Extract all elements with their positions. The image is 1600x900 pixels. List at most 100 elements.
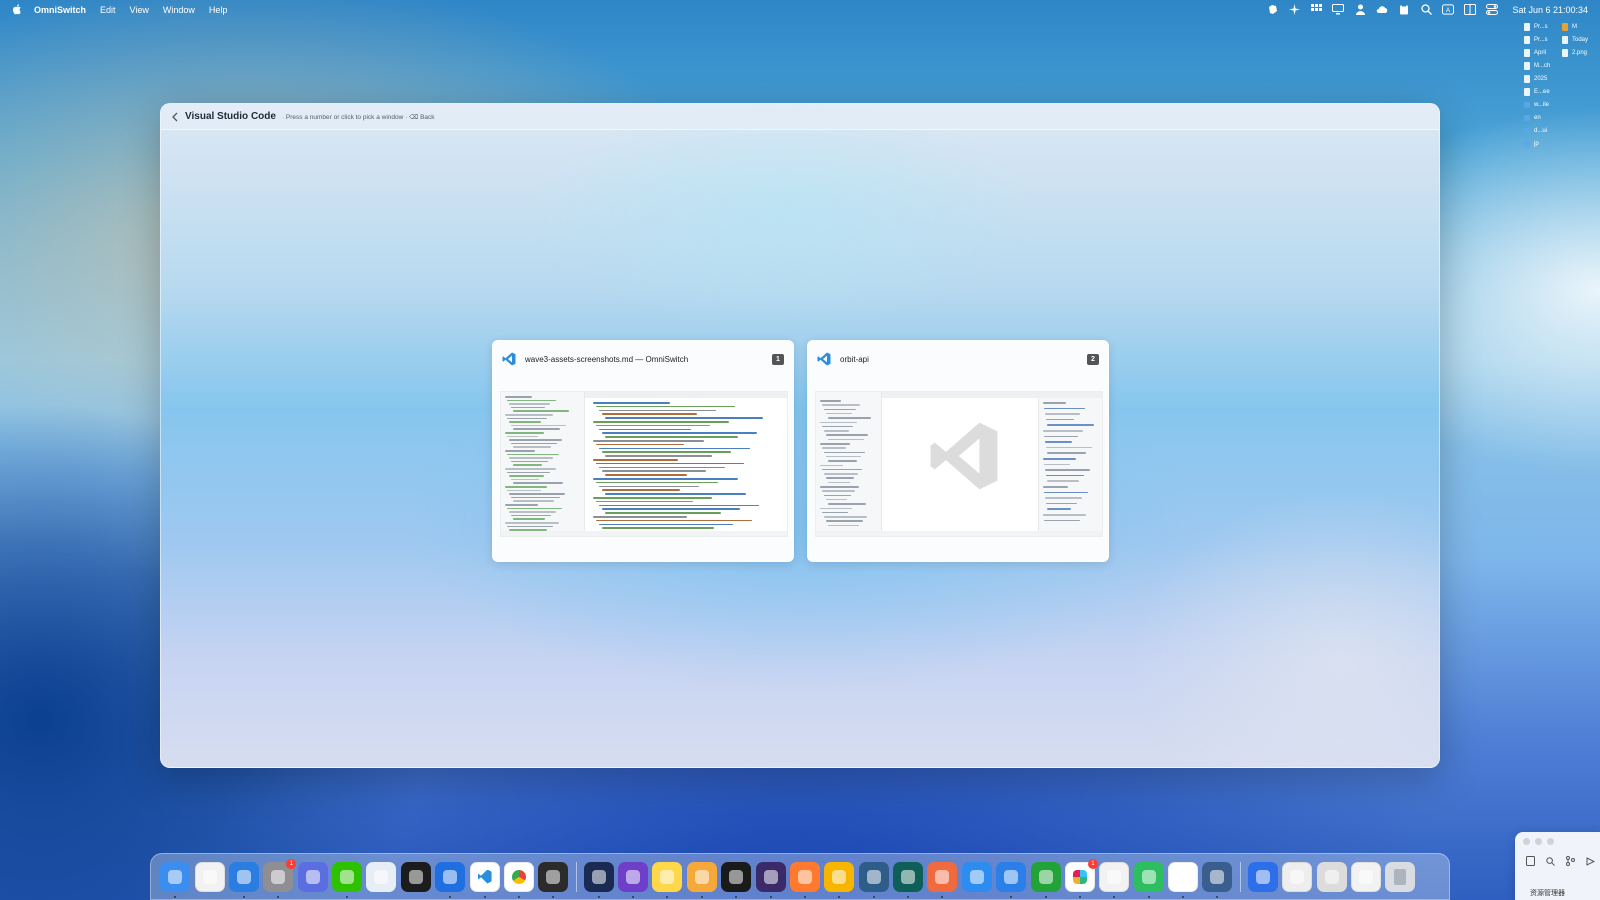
thumbnail-text-line	[593, 421, 729, 423]
close-button[interactable]	[1523, 838, 1530, 845]
window-icon[interactable]	[1464, 4, 1477, 16]
dock-item-app-store[interactable]	[961, 861, 992, 892]
thumbnail-text-line	[1047, 480, 1079, 482]
grid-icon[interactable]	[1310, 4, 1322, 16]
dock-item-keynote[interactable]	[996, 861, 1027, 898]
desktop-file[interactable]: E...ee	[1524, 87, 1562, 97]
menu-edit[interactable]: Edit	[100, 5, 116, 15]
dock-item-minimized-window-2[interactable]	[1282, 861, 1313, 892]
running-indicator	[517, 895, 520, 898]
window-card-header: orbit-api 2	[808, 341, 1108, 377]
zoom-button[interactable]	[1547, 838, 1554, 845]
thumbnail-text-line	[1045, 497, 1082, 499]
input-source-icon[interactable]: A	[1442, 4, 1455, 16]
dock-item-numbers[interactable]	[1030, 861, 1061, 898]
desktop-file[interactable]: en	[1524, 113, 1562, 123]
thumbnail-text-line	[826, 520, 864, 522]
dock-item-siri-app[interactable]	[1202, 861, 1233, 898]
desktop-file[interactable]: 2025	[1524, 74, 1562, 84]
window-card-1[interactable]: wave3-assets-screenshots.md — OmniSwitch…	[492, 340, 794, 562]
desktop-file[interactable]: Pr...s	[1524, 35, 1562, 45]
document-icon[interactable]	[1525, 856, 1535, 866]
person-icon[interactable]	[1354, 4, 1366, 16]
file-icon	[1524, 23, 1530, 31]
menu-help[interactable]: Help	[209, 5, 228, 15]
desktop-file[interactable]: w...ile	[1524, 100, 1562, 110]
finder-mini-window[interactable]: 资源管理器	[1515, 832, 1600, 900]
running-indicator	[483, 895, 486, 898]
apple-menu-icon[interactable]	[12, 4, 24, 15]
dock-item-minimized-window-4[interactable]	[1350, 861, 1381, 892]
dock-item-simulator[interactable]	[297, 861, 328, 892]
running-indicator	[346, 895, 349, 898]
dock-item-xcode[interactable]	[435, 861, 466, 898]
dock-item-claude[interactable]	[927, 861, 958, 898]
dock-item-lemon[interactable]	[824, 861, 855, 898]
dock-item-warp[interactable]	[583, 861, 614, 898]
dock-item-cursor-arrow[interactable]	[893, 861, 924, 898]
dock-item-slack[interactable]: 1	[1064, 858, 1098, 898]
clipboard-icon[interactable]	[1398, 4, 1410, 16]
dock-item-github-desktop[interactable]	[618, 861, 649, 898]
dock-item-minimized-window-3[interactable]	[1316, 861, 1347, 892]
thumbnail-text-line	[511, 514, 551, 517]
evernote-icon[interactable]	[1266, 4, 1278, 16]
back-chevron-icon[interactable]	[171, 112, 181, 122]
desktop-file[interactable]: M	[1562, 22, 1600, 32]
dock-item-evernote[interactable]	[1133, 861, 1164, 898]
thumbnail-text-line	[513, 500, 554, 502]
dock-item-chrome[interactable]	[503, 861, 534, 898]
thumbnail-text-line	[505, 432, 544, 434]
desktop-file[interactable]: 2.png	[1562, 48, 1600, 58]
window-card-header: wave3-assets-screenshots.md — OmniSwitch…	[493, 341, 793, 377]
dock-item-claude-orb[interactable]	[755, 861, 786, 898]
dock-item-wechat[interactable]	[332, 861, 363, 898]
thumbnail-text-line	[820, 507, 853, 509]
desktop-file[interactable]: M...ch	[1524, 61, 1562, 71]
thumbnail-text-line	[599, 447, 751, 450]
dock-item-trash[interactable]	[1385, 861, 1416, 892]
desktop-file[interactable]: d...ui	[1524, 126, 1562, 136]
desktop-file[interactable]: Pr...s	[1524, 22, 1562, 32]
dock-item-datagrip[interactable]	[721, 861, 752, 898]
file-icon	[1562, 49, 1568, 57]
minimize-button[interactable]	[1535, 838, 1542, 845]
menu-view[interactable]: View	[130, 5, 149, 15]
dock-item-minimized-window-1[interactable]	[1247, 861, 1278, 892]
dock-item-dice-app[interactable]	[400, 861, 431, 892]
search-icon[interactable]	[1545, 856, 1555, 866]
cloud-icon[interactable]	[1376, 4, 1388, 16]
switcher-hint: · Press a number or click to pick a wind…	[281, 113, 435, 121]
dock-item-notes[interactable]	[652, 861, 683, 898]
dock-item-launchpad[interactable]	[194, 861, 225, 892]
dock-item-safari[interactable]	[228, 861, 259, 898]
window-card-2[interactable]: orbit-api 2	[807, 340, 1109, 562]
minimized-window-3-icon	[1316, 861, 1347, 892]
desktop-file-label: en	[1534, 115, 1541, 121]
thumbnail-text-line	[822, 425, 853, 428]
thumbnail-text-line	[507, 399, 557, 402]
dock-item-layers[interactable]	[858, 861, 889, 898]
desktop-file[interactable]: April	[1524, 48, 1562, 58]
dock-item-terminal-window[interactable]	[538, 861, 569, 898]
control-center-icon[interactable]	[1486, 4, 1499, 16]
dock-item-mosaic[interactable]	[1168, 861, 1199, 898]
dock-item-preview[interactable]	[366, 861, 397, 892]
display-icon[interactable]	[1332, 4, 1345, 16]
dock-item-system-settings[interactable]: 1	[263, 858, 297, 898]
desktop-file[interactable]: Today	[1562, 35, 1600, 45]
dock-item-pencil[interactable]	[789, 861, 820, 898]
menu-app-name[interactable]: OmniSwitch	[34, 5, 86, 15]
sparkle-icon[interactable]	[1288, 4, 1300, 16]
desktop-file[interactable]: jp	[1524, 139, 1562, 149]
run-icon[interactable]	[1585, 856, 1595, 866]
source-control-icon[interactable]	[1565, 856, 1575, 866]
dock-item-tableplus[interactable]	[686, 861, 717, 898]
menu-clock[interactable]: Sat Jun 6 21:00:34	[1512, 5, 1588, 15]
dock-item-kaleidoscope[interactable]	[1099, 861, 1130, 898]
thumbnail-text-line	[511, 406, 545, 409]
dock-item-finder[interactable]	[160, 861, 191, 898]
search-icon[interactable]	[1420, 4, 1432, 16]
menu-window[interactable]: Window	[163, 5, 195, 15]
dock-item-vscode[interactable]	[469, 861, 500, 898]
